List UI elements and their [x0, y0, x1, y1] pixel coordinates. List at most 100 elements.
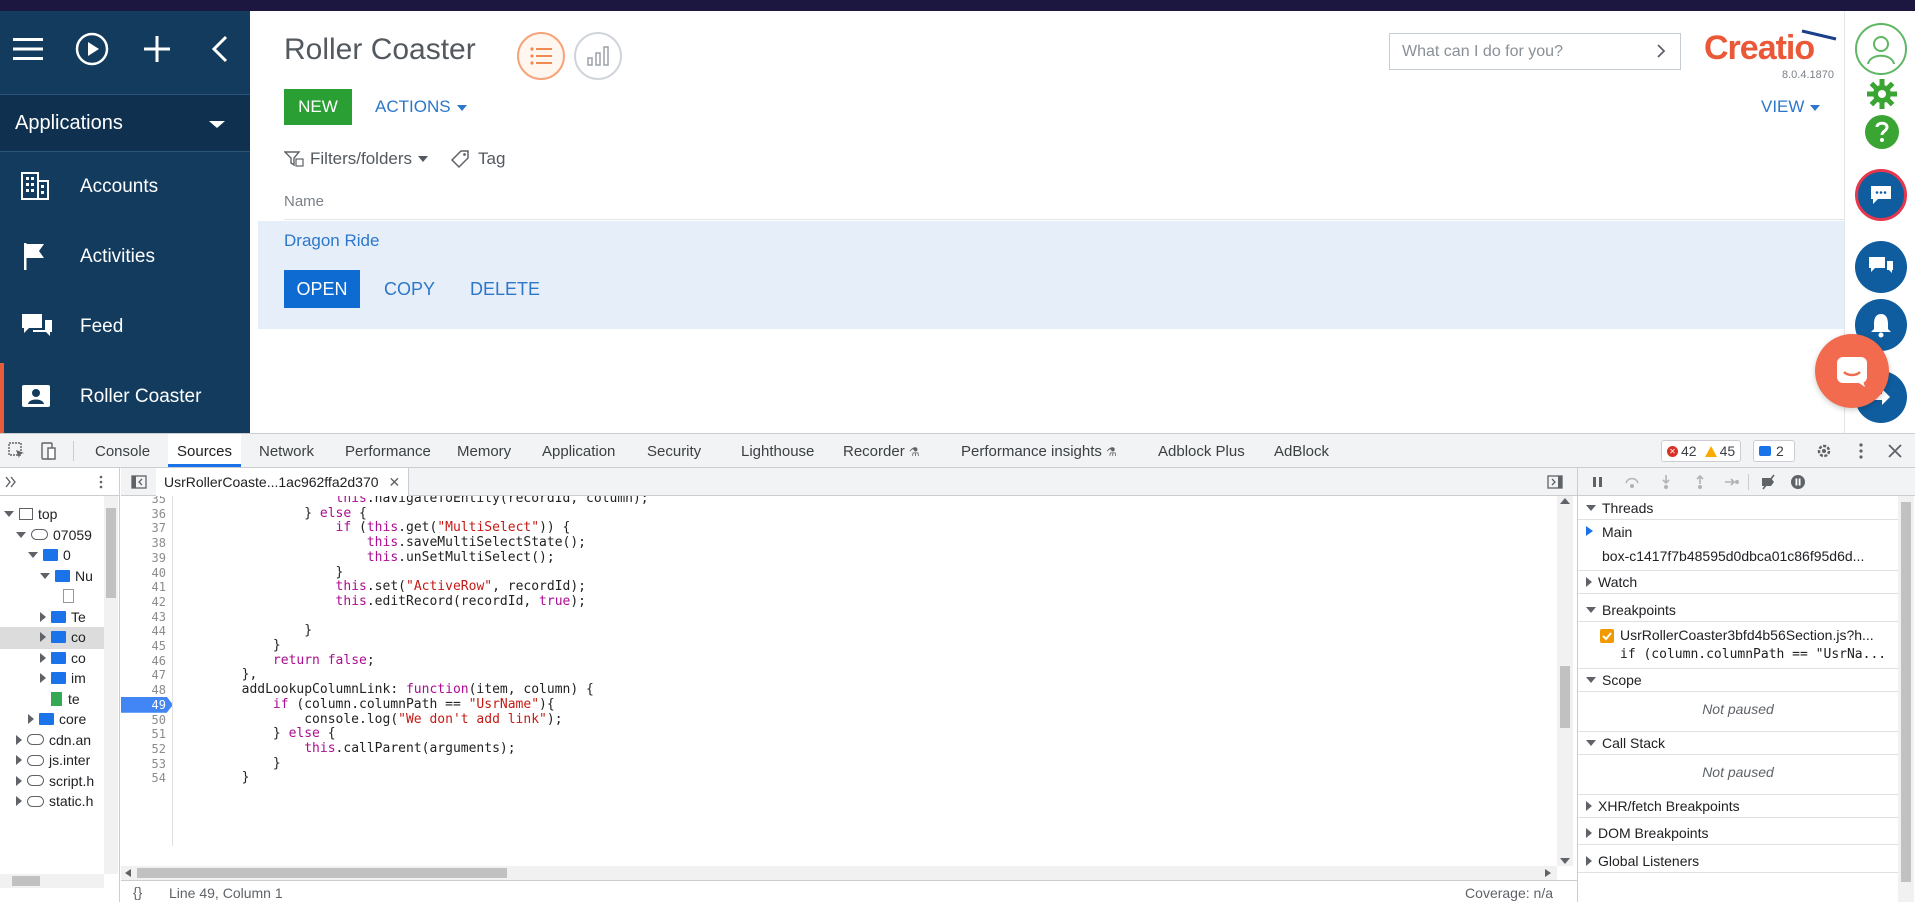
tree-item[interactable]: Nu [40, 566, 104, 586]
tree-item[interactable]: im [40, 668, 104, 688]
nav-item-roller-coaster[interactable]: Roller Coaster [0, 363, 250, 433]
tree-item[interactable]: js.inter [16, 750, 104, 770]
scroll-down-icon[interactable] [1560, 858, 1570, 864]
column-header-name[interactable]: Name [284, 193, 324, 210]
pretty-print-button[interactable]: {} [133, 884, 142, 900]
section-threads[interactable]: Threads [1578, 496, 1898, 520]
intercom-chat-launcher-icon[interactable] [1815, 334, 1889, 408]
step-out-icon[interactable] [1692, 474, 1708, 490]
applications-dropdown[interactable]: Applications [0, 94, 250, 152]
delete-button[interactable]: DELETE [470, 279, 540, 300]
toggle-debugger-icon[interactable] [1547, 475, 1563, 489]
record-name-link[interactable]: Dragon Ride [284, 231, 379, 251]
copy-button[interactable]: COPY [384, 279, 435, 300]
tab-sources[interactable]: Sources [177, 443, 232, 460]
collapse-chevron-icon[interactable] [200, 29, 240, 69]
editor-h-scrollbar[interactable] [121, 866, 1557, 880]
toggle-navigator-icon[interactable] [131, 475, 147, 489]
chat-icon[interactable] [1855, 169, 1907, 221]
editor-v-scrollbar[interactable] [1557, 496, 1573, 866]
feed-panel-icon[interactable] [1855, 241, 1907, 293]
view-dropdown[interactable]: VIEW [1761, 97, 1821, 117]
scroll-thumb[interactable] [1901, 502, 1911, 882]
thread-url[interactable]: box-c1417f7b48595d0dbca01c86f95d6d... [1602, 548, 1892, 564]
tree-item[interactable]: 0 [28, 545, 104, 565]
tab-console[interactable]: Console [95, 443, 150, 460]
scroll-thumb[interactable] [137, 868, 507, 878]
nav-item-activities[interactable]: Activities [0, 223, 250, 293]
tab-performance-insights[interactable]: Performance insights ⚗ [961, 443, 1117, 460]
nav-item-feed[interactable]: Feed [0, 293, 250, 363]
device-toolbar-icon[interactable] [39, 442, 57, 460]
close-icon[interactable]: ✕ [389, 474, 401, 491]
editor-file-tab[interactable]: UsrRollerCoaste...1ac962ffa2d370 ✕ [156, 468, 410, 496]
chevron-right-icon[interactable] [1652, 42, 1670, 60]
issues-counter[interactable]: ✕ 42 45 [1661, 440, 1742, 462]
tree-item[interactable]: static.h [16, 791, 104, 811]
more-options-icon[interactable] [94, 475, 108, 489]
scroll-thumb[interactable] [106, 508, 116, 598]
step-into-icon[interactable] [1658, 474, 1674, 490]
command-search[interactable] [1389, 33, 1681, 70]
more-options-icon[interactable] [1852, 442, 1870, 460]
section-breakpoints[interactable]: Breakpoints [1578, 598, 1898, 622]
section-dom-breakpoints[interactable]: DOM Breakpoints [1578, 821, 1898, 845]
pause-on-exceptions-icon[interactable] [1790, 474, 1806, 490]
step-over-icon[interactable] [1624, 474, 1640, 490]
scroll-up-icon[interactable] [1560, 498, 1570, 504]
open-button[interactable]: OPEN [284, 270, 360, 308]
tree-item[interactable] [52, 586, 104, 606]
tab-lighthouse[interactable]: Lighthouse [741, 443, 814, 460]
more-tabs-chevron-icon[interactable] [4, 475, 18, 489]
pause-icon[interactable] [1590, 474, 1606, 490]
tab-adblock[interactable]: AdBlock [1274, 443, 1329, 460]
breakpoint-item[interactable]: UsrRollerCoaster3bfd4b56Section.js?h... … [1578, 625, 1898, 665]
debugger-scrollbar[interactable] [1898, 496, 1914, 902]
scroll-left-icon[interactable] [125, 869, 131, 877]
section-scope[interactable]: Scope [1578, 668, 1898, 692]
code-area[interactable]: this.navigateToEntity(recordId, column);… [179, 496, 1559, 846]
section-watch[interactable]: Watch [1578, 570, 1898, 594]
tag-button[interactable]: Tag [450, 149, 505, 169]
tab-application[interactable]: Application [542, 443, 615, 460]
line-number-gutter[interactable]: 35 36 37 38 39 40 41 42 43 44 45 46 47 48 49 50 51 52 53 54 [121, 496, 173, 846]
table-row[interactable] [258, 221, 1844, 329]
tree-item[interactable]: core [28, 709, 104, 729]
tree-item[interactable]: co [40, 648, 104, 668]
tab-recorder[interactable]: Recorder ⚗ [843, 443, 920, 460]
settings-gear-icon[interactable] [1815, 442, 1833, 460]
tab-performance[interactable]: Performance [345, 443, 431, 460]
analytics-view-toggle[interactable] [574, 32, 622, 80]
nav-item-accounts[interactable]: Accounts [0, 153, 250, 223]
profile-avatar[interactable] [1855, 23, 1907, 75]
scroll-right-icon[interactable] [1545, 869, 1551, 877]
messages-counter[interactable]: 2 [1753, 440, 1795, 462]
line-number[interactable]: 54 [152, 769, 166, 787]
thread-main-row[interactable]: Main [1578, 520, 1898, 544]
tree-item[interactable]: 07059 [16, 525, 104, 545]
help-icon[interactable] [1865, 115, 1899, 149]
search-input[interactable] [1402, 40, 1652, 64]
scroll-thumb[interactable] [12, 876, 40, 886]
close-icon[interactable] [1886, 442, 1904, 460]
scroll-thumb[interactable] [1560, 666, 1570, 728]
deactivate-breakpoints-icon[interactable] [1760, 474, 1776, 490]
navigator-scrollbar[interactable] [104, 496, 118, 874]
inspect-element-icon[interactable] [8, 442, 26, 460]
list-view-toggle[interactable] [517, 32, 565, 80]
tab-security[interactable]: Security [647, 443, 701, 460]
settings-gear-icon[interactable] [1865, 77, 1899, 111]
tree-item[interactable]: co [40, 627, 104, 647]
play-icon[interactable] [72, 29, 112, 69]
add-icon[interactable] [137, 29, 177, 69]
tab-network[interactable]: Network [259, 443, 314, 460]
section-call-stack[interactable]: Call Stack [1578, 731, 1898, 755]
hamburger-menu-icon[interactable] [8, 29, 48, 69]
tree-item[interactable]: te [40, 689, 104, 709]
new-button[interactable]: NEW [284, 89, 352, 125]
actions-dropdown[interactable]: ACTIONS [375, 97, 467, 117]
tree-item[interactable]: cdn.an [16, 730, 104, 750]
section-global-listeners[interactable]: Global Listeners [1578, 849, 1898, 873]
tab-memory[interactable]: Memory [457, 443, 511, 460]
tab-adblock-plus[interactable]: Adblock Plus [1158, 443, 1245, 460]
